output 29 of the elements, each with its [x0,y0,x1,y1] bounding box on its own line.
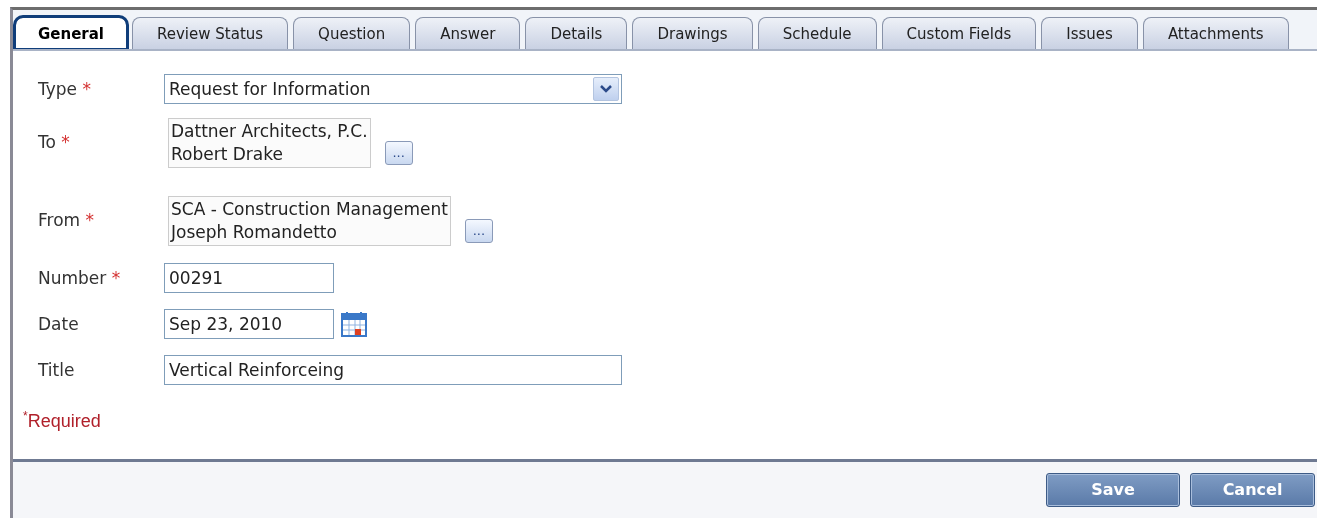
tab[interactable]: Answer [415,17,521,49]
title-field[interactable]: Vertical Reinforceing [164,355,622,385]
field-label: From * [38,210,96,230]
tab[interactable]: General [15,17,127,49]
tab[interactable]: Details [525,17,628,49]
field-label: To * [38,132,71,152]
tab[interactable]: Review Status [132,17,289,49]
field-label: Type * [38,79,92,99]
chevron-down-icon [600,85,612,93]
tab[interactable]: Schedule [757,17,877,49]
recipient-field[interactable]: SCA - Construction Management Joseph Romandetto [168,196,451,246]
tab[interactable]: Custom Fields [881,17,1037,49]
browse-button[interactable]: ... [464,219,493,243]
cancel-button[interactable]: Cancel [1190,472,1315,507]
field-label: Number * [38,268,122,288]
recipient-field[interactable]: Dattner Architects, P.C. Robert Drake [168,118,371,168]
type-dropdown[interactable]: Request for Information [164,74,622,104]
save-button[interactable]: Save [1046,472,1180,507]
date-field[interactable]: Sep 23, 2010 [164,309,334,339]
required-note: $^{*}$Required [23,409,102,432]
tab[interactable]: Attachments [1142,17,1289,49]
tab[interactable]: Drawings [632,17,753,49]
field-label: Title [38,360,76,380]
number-field[interactable]: 00291 [164,263,334,293]
browse-button[interactable]: ... [384,141,413,165]
tab[interactable]: Issues [1041,17,1138,49]
tab[interactable]: Question [293,17,411,49]
calendar-icon[interactable] [340,310,368,338]
field-label: Date [38,314,80,334]
